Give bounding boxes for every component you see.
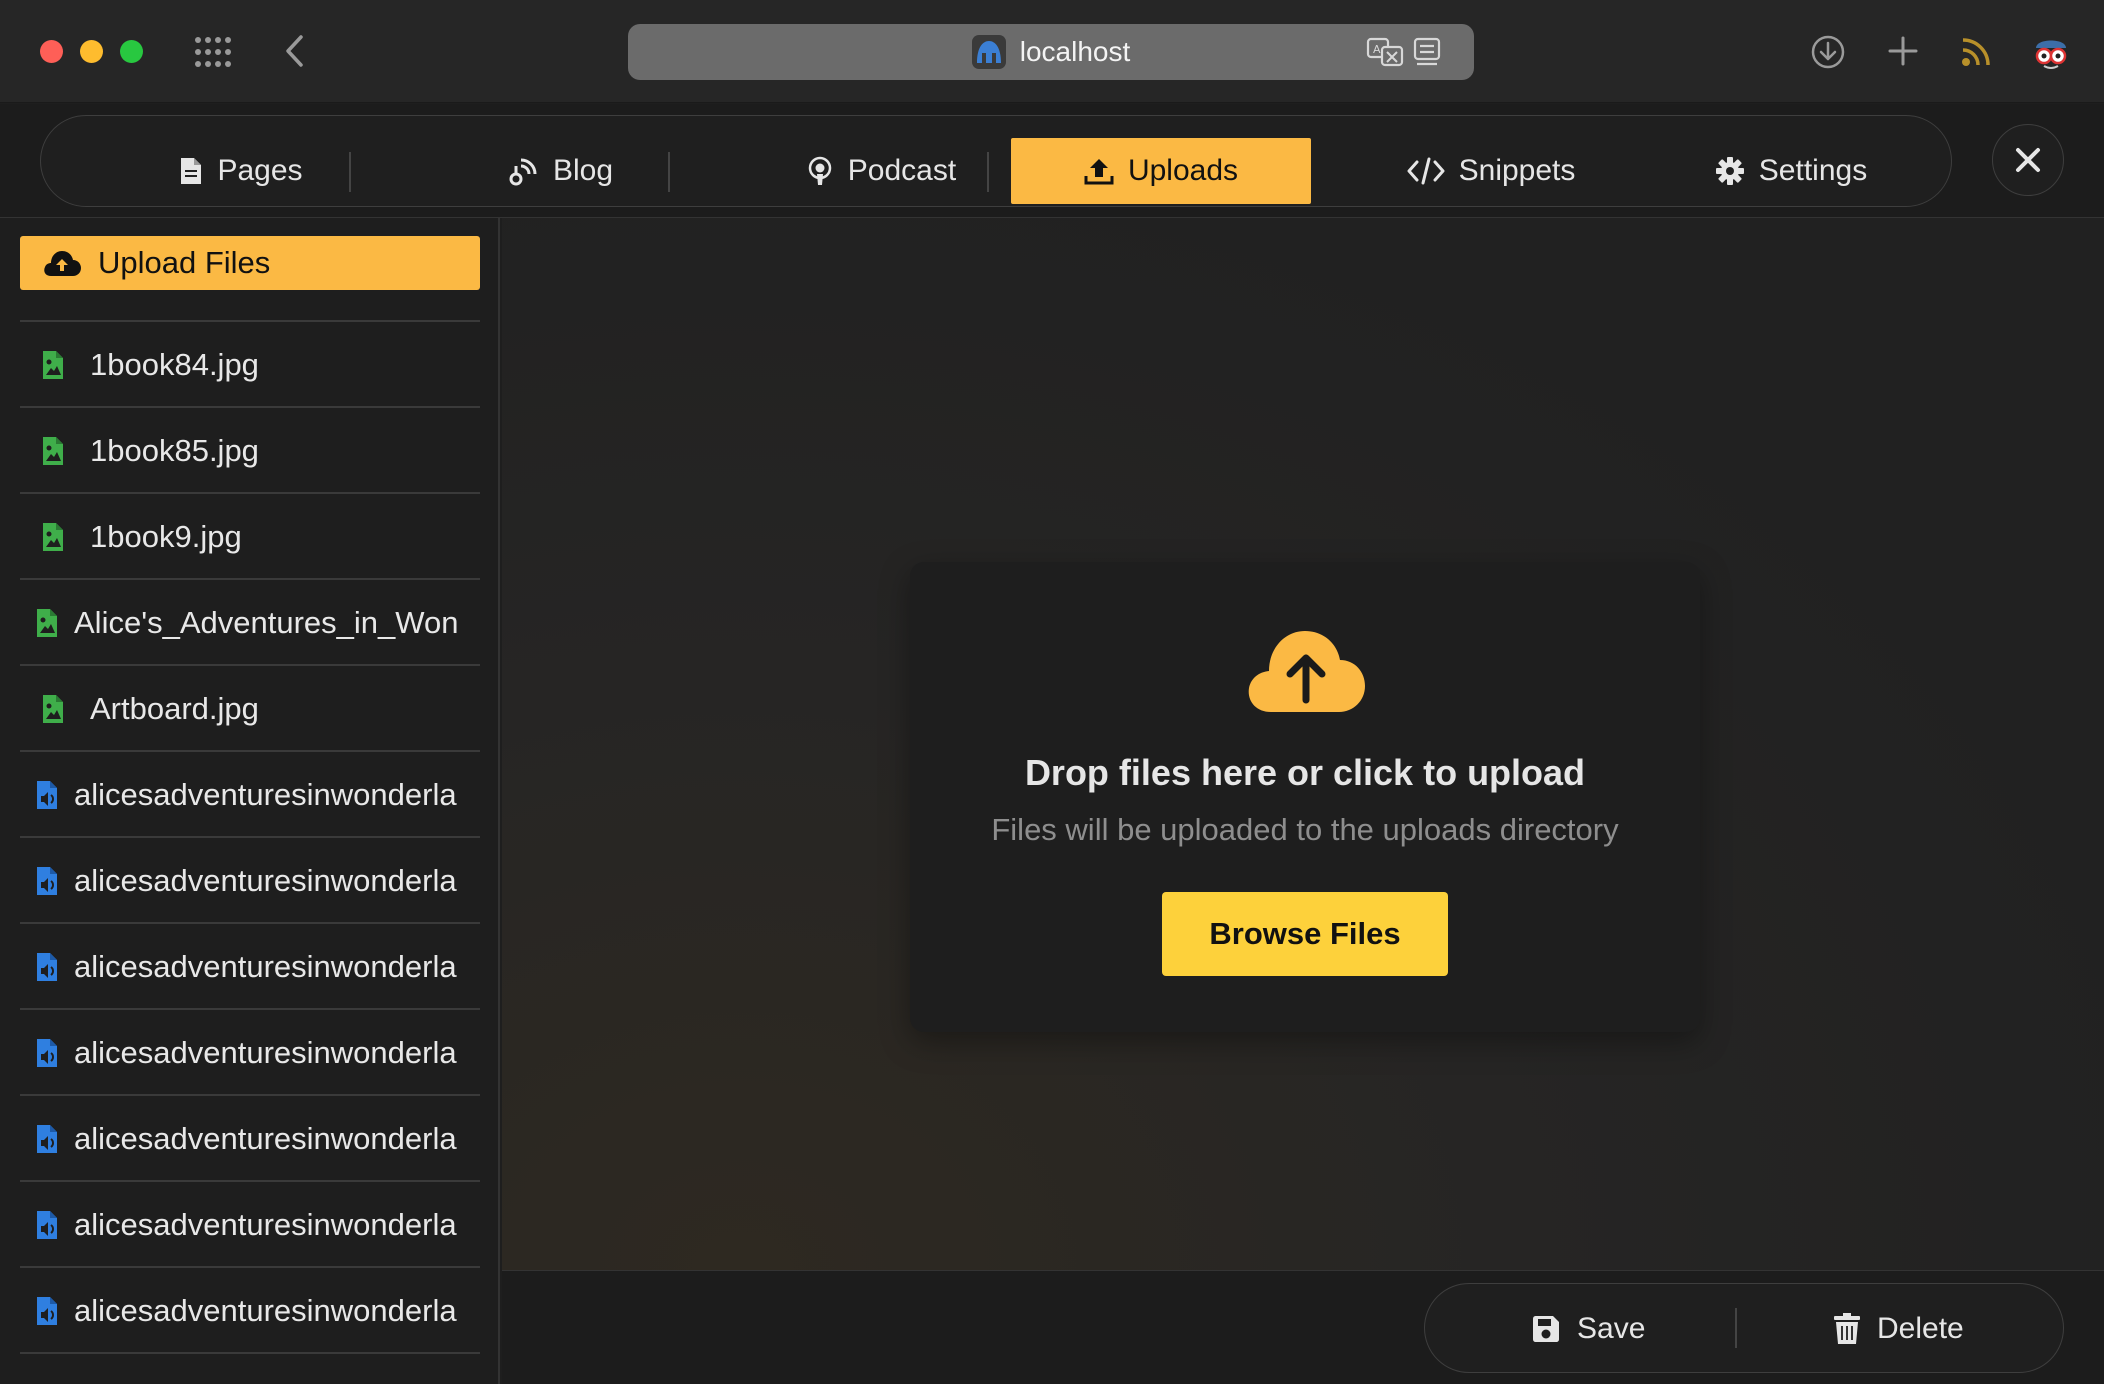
file-name: 1book9.jpg (90, 519, 242, 554)
file-list-item[interactable]: Alice's_Adventures_in_Won (20, 580, 480, 666)
file-list-item[interactable]: alicesadventuresinwonderla (20, 752, 480, 838)
close-button[interactable] (1992, 124, 2064, 196)
tab-pages-label: Pages (217, 154, 303, 187)
audio-file-icon (37, 781, 57, 809)
upload-files-button[interactable]: Upload Files (20, 236, 480, 290)
image-file-icon (43, 695, 63, 723)
file-name: alicesadventuresinwonderla (74, 1035, 457, 1070)
audio-file-icon (37, 1039, 57, 1067)
close-x-icon (2016, 148, 2040, 172)
audio-file-icon (37, 1297, 57, 1325)
upload-files-label: Upload Files (98, 245, 271, 280)
footer-bar: Save Delete (502, 1270, 2104, 1384)
file-name: 1book84.jpg (90, 347, 259, 382)
file-name: alicesadventuresinwonderla (74, 949, 457, 984)
file-name: alicesadventuresinwonderla (74, 1207, 457, 1242)
save-button[interactable]: Save (1531, 1302, 1645, 1356)
window-close-button[interactable] (40, 40, 63, 63)
dropzone-title: Drop files here or click to upload (1024, 752, 1586, 793)
tab-settings-label: Settings (1758, 154, 1868, 187)
action-buttons: Save Delete (1424, 1283, 2064, 1373)
save-label: Save (1577, 1312, 1646, 1345)
tab-blog[interactable]: Blog (431, 138, 691, 204)
dropzone-subtitle: Files will be uploaded to the uploads di… (991, 812, 1619, 847)
image-file-icon (43, 523, 63, 551)
image-file-icon (43, 351, 63, 379)
tab-podcast[interactable]: Podcast (751, 138, 1011, 204)
upload-main-area: Drop files here or click to upload Files… (502, 218, 2104, 1270)
cloud-upload-icon (1245, 628, 1367, 714)
tab-pages[interactable]: Pages (111, 138, 371, 204)
tab-separator (349, 152, 351, 192)
delete-button[interactable]: Delete (1833, 1302, 1964, 1356)
app-nav-bar: Pages Blog Podcast Uploads Snippets Sett… (0, 104, 2104, 218)
tab-podcast-label: Podcast (847, 154, 957, 187)
file-list-item[interactable]: Artboard.jpg (20, 666, 480, 752)
file-name: alicesadventuresinwonderla (74, 1121, 457, 1156)
file-list-item[interactable]: alicesadventuresinwonderla (20, 1010, 480, 1096)
cloud-upload-icon (44, 251, 81, 276)
address-bar[interactable]: localhost A (628, 24, 1474, 80)
code-icon (1407, 157, 1445, 185)
file-list-item[interactable]: 1book9.jpg (20, 494, 480, 580)
file-name: Alice's_Adventures_in_Won (74, 605, 459, 640)
file-list-item[interactable]: alicesadventuresinwonderla (20, 1182, 480, 1268)
tab-blog-label: Blog (552, 154, 614, 187)
file-list-item[interactable]: alicesadventuresinwonderla (20, 838, 480, 924)
broadcast-icon (509, 158, 537, 186)
tab-uploads[interactable]: Uploads (1011, 138, 1311, 204)
reader-view-icon[interactable] (1412, 36, 1442, 68)
file-list-item[interactable]: 1book84.jpg (20, 322, 480, 408)
upload-icon (1084, 159, 1114, 185)
download-icon[interactable] (1810, 34, 1846, 70)
image-file-icon (43, 437, 63, 465)
file-name: alicesadventuresinwonderla (74, 1293, 457, 1328)
file-list-item[interactable]: alicesadventuresinwonderla (20, 1096, 480, 1182)
tab-snippets-label: Snippets (1458, 154, 1576, 187)
nav-tabs: Pages Blog Podcast Uploads Snippets Sett… (40, 115, 1952, 207)
tab-snippets[interactable]: Snippets (1341, 138, 1641, 204)
podcast-icon (808, 156, 832, 185)
file-list-item[interactable]: alicesadventuresinwonderla (20, 1268, 480, 1354)
file-name: alicesadventuresinwonderla (74, 863, 457, 898)
audio-file-icon (37, 953, 57, 981)
rss-icon[interactable] (1960, 36, 1992, 68)
new-tab-plus-icon[interactable] (1886, 34, 1920, 68)
file-name: alicesadventuresinwonderla (74, 777, 457, 812)
file-list-item[interactable]: 1book85.jpg (20, 408, 480, 494)
tab-settings[interactable]: Settings (1661, 138, 1921, 204)
browse-files-button[interactable]: Browse Files (1162, 892, 1448, 976)
extension-mascot-icon[interactable] (2030, 32, 2072, 72)
tab-uploads-label: Uploads (1127, 154, 1239, 187)
trash-icon (1834, 1313, 1860, 1344)
audio-file-icon (37, 1125, 57, 1153)
tab-separator (987, 152, 989, 192)
translate-icon[interactable]: A (1366, 36, 1404, 68)
apps-grid-icon[interactable] (194, 36, 232, 68)
window-zoom-button[interactable] (120, 40, 143, 63)
action-separator (1735, 1308, 1737, 1348)
site-favicon-icon (971, 35, 1006, 69)
dropzone[interactable]: Drop files here or click to upload Files… (910, 562, 1700, 1032)
file-list-item[interactable]: alicesadventuresinwonderla (20, 924, 480, 1010)
file-icon (181, 158, 202, 184)
svg-text:A: A (1373, 43, 1381, 56)
audio-file-icon (37, 867, 57, 895)
floppy-disk-icon (1533, 1316, 1559, 1342)
browser-titlebar: localhost A (0, 0, 2104, 103)
back-chevron-icon[interactable] (280, 32, 308, 70)
file-name: Artboard.jpg (90, 691, 259, 726)
window-minimize-button[interactable] (80, 40, 103, 63)
delete-label: Delete (1877, 1312, 1964, 1345)
file-sidebar: Upload Files 1book84.jpg 1book85.jpg 1book… (0, 218, 500, 1384)
sidebar-divider (20, 1352, 480, 1354)
tab-separator (668, 152, 670, 192)
file-name: 1book85.jpg (90, 433, 259, 468)
audio-file-icon (37, 1211, 57, 1239)
image-file-icon (37, 609, 57, 637)
url-text: localhost (1019, 36, 1131, 67)
gear-icon (1715, 157, 1744, 185)
